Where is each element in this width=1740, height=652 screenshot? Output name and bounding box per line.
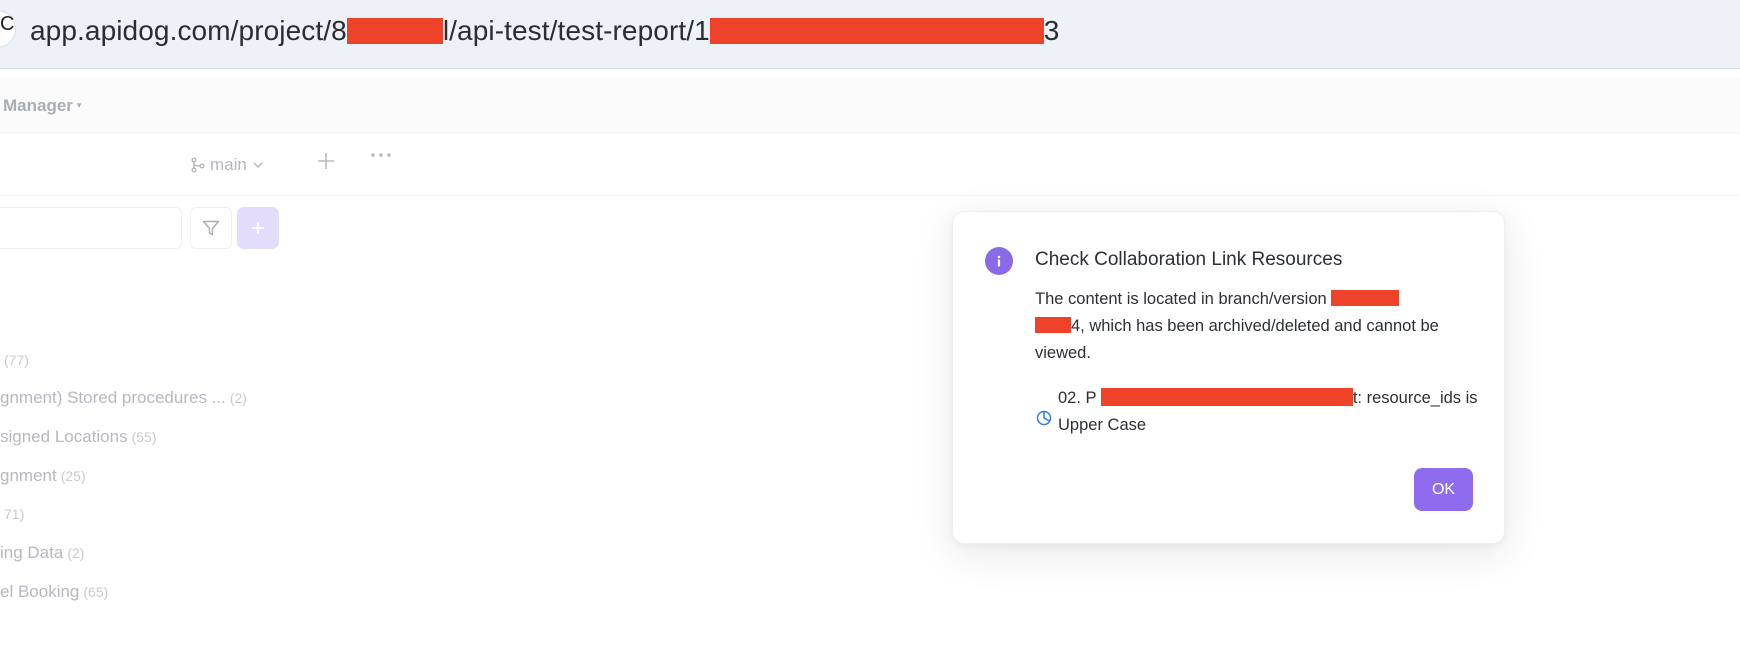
redaction-block bbox=[1331, 290, 1400, 306]
tree-item[interactable]: gnment) Stored procedures ... (2) bbox=[0, 388, 247, 408]
add-button[interactable] bbox=[237, 207, 279, 249]
manager-menu[interactable]: Manager ▾ bbox=[3, 96, 81, 116]
resource-item[interactable]: 02. P t: resource_ids is Upper Case bbox=[1035, 382, 1478, 442]
tree-item-count: 71) bbox=[4, 506, 25, 522]
tree-item-label: el Booking bbox=[0, 582, 80, 601]
branch-label: main bbox=[210, 155, 247, 174]
url-segment-2: 8 bbox=[331, 15, 347, 46]
more-options-button[interactable] bbox=[370, 145, 392, 171]
tree-item[interactable]: (77) bbox=[0, 350, 29, 370]
collaboration-link-dialog: Check Collaboration Link Resources The c… bbox=[952, 211, 1505, 544]
info-icon bbox=[985, 247, 1013, 275]
tree-item-count: (65) bbox=[83, 584, 109, 600]
add-tab-button[interactable] bbox=[316, 148, 336, 176]
resource-prefix: 02. P bbox=[1058, 389, 1101, 407]
url-segment-4: 3 bbox=[1043, 15, 1060, 46]
search-input[interactable] bbox=[0, 207, 182, 249]
toolbar: main bbox=[0, 133, 1740, 196]
tree-item-count: (2) bbox=[229, 390, 247, 406]
filter-button[interactable] bbox=[190, 207, 232, 249]
url-segment-3: l/api-test/test-report/1 bbox=[442, 15, 710, 46]
tree-item-count: (77) bbox=[4, 352, 29, 368]
tree-item[interactable]: ing Data (2) bbox=[0, 543, 84, 563]
url-text[interactable]: app.apidog.com/project/8 l/api-test/test-… bbox=[30, 14, 1059, 48]
tree-item-count: (25) bbox=[60, 468, 86, 484]
redaction-block bbox=[1035, 317, 1071, 333]
manager-menu-label: Manager bbox=[3, 96, 73, 115]
tree-item-label: gnment bbox=[0, 466, 57, 485]
url-segment-1: app.apidog.com/project/ bbox=[30, 15, 332, 46]
tree-item[interactable]: 71) bbox=[0, 504, 24, 524]
tree-item[interactable]: gnment (25) bbox=[0, 466, 86, 486]
redaction-block bbox=[346, 18, 443, 44]
caret-down-icon: ▾ bbox=[76, 100, 82, 110]
info-glyph bbox=[997, 255, 1001, 267]
tree-item[interactable]: signed Locations (55) bbox=[0, 427, 157, 447]
tree-item-label: gnment) Stored procedures ... bbox=[0, 388, 226, 407]
tree-item-count: (55) bbox=[131, 429, 157, 445]
more-horizontal-icon bbox=[371, 153, 391, 157]
tree-item-count: (2) bbox=[67, 545, 85, 561]
plus-icon bbox=[318, 153, 334, 169]
tree-item-label: ing Data bbox=[0, 543, 64, 562]
site-info-glyph: C bbox=[0, 13, 15, 35]
branch-icon bbox=[191, 157, 205, 173]
branch-selector[interactable]: main bbox=[190, 155, 265, 175]
dialog-title: Check Collaboration Link Resources bbox=[1035, 249, 1343, 270]
redaction-block bbox=[709, 18, 1044, 44]
chevron-down-icon bbox=[253, 162, 263, 169]
app-header: Manager ▾ bbox=[0, 78, 1740, 133]
plus-icon bbox=[252, 222, 264, 234]
test-scenario-icon bbox=[1036, 410, 1052, 426]
ok-button[interactable]: OK bbox=[1414, 468, 1473, 511]
dialog-message: The content is located in branch/version… bbox=[1035, 286, 1475, 367]
tree-item-label: signed Locations bbox=[0, 427, 128, 446]
redaction-block bbox=[1100, 388, 1353, 406]
tree-item[interactable]: el Booking (65) bbox=[0, 582, 108, 602]
browser-address-bar[interactable]: C app.apidog.com/project/8 l/api-test/tes… bbox=[0, 0, 1740, 69]
filter-icon bbox=[202, 220, 220, 236]
resource-name: 02. P t: resource_ids is Upper Case bbox=[1058, 385, 1478, 439]
message-part-1: The content is located in branch/version bbox=[1035, 290, 1332, 308]
message-part-2: 4, which has been archived/deleted and c… bbox=[1035, 317, 1439, 362]
